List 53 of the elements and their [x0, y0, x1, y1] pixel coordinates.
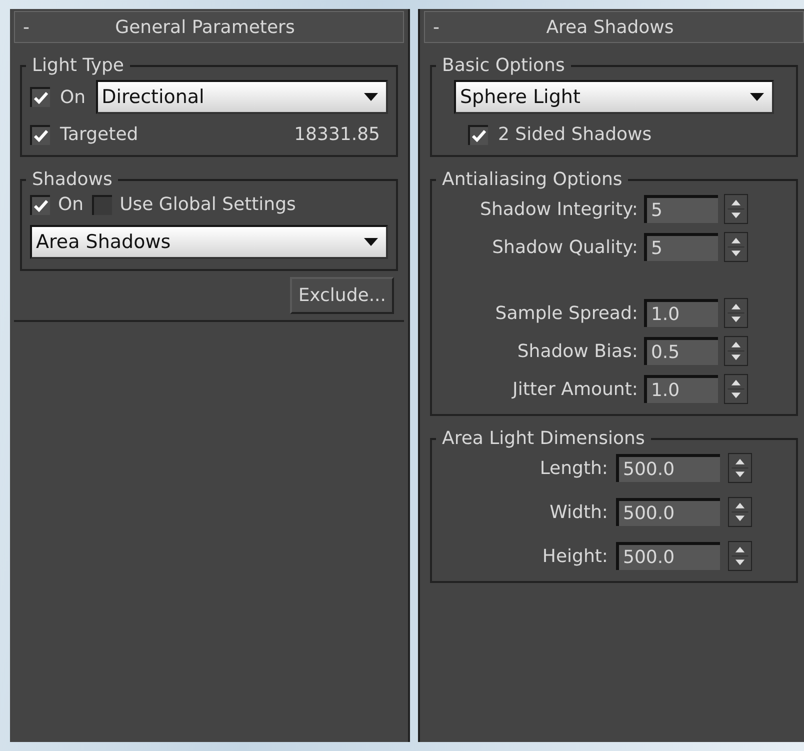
group-title: Shadows — [31, 169, 114, 190]
checkbox-label: Targeted — [60, 124, 138, 145]
spinner-arrows-icon[interactable] — [728, 541, 752, 571]
caret-icon — [750, 93, 764, 101]
field-label: Shadow Quality: — [491, 236, 638, 258]
rollout-header[interactable]: - General Parameters — [14, 11, 404, 43]
field-label: Shadow Integrity: — [480, 198, 638, 220]
dropdown[interactable]: Area Shadows — [30, 225, 388, 259]
field-label: Sample Spread: — [494, 302, 638, 324]
field-label: Width: — [548, 502, 608, 522]
group-title: Light Type — [31, 55, 125, 76]
caret-icon — [364, 238, 378, 246]
checkbox[interactable] — [468, 124, 488, 144]
dropdown[interactable]: Directional — [96, 80, 388, 114]
rollout-title: Area Shadows — [545, 16, 675, 38]
spinner-arrows-icon[interactable] — [728, 497, 752, 527]
number-field[interactable]: 500.0 — [616, 498, 720, 526]
value-text: 18331.85 — [294, 124, 381, 145]
checkbox-label: On — [58, 194, 84, 215]
group-title: Basic Options — [441, 55, 566, 76]
field-label: Length: — [540, 458, 608, 478]
number-field[interactable]: 0.5 — [644, 337, 718, 365]
number-field[interactable]: 1.0 — [644, 375, 718, 403]
checkbox-label: Use Global Settings — [120, 194, 296, 215]
field-label: Jitter Amount: — [510, 378, 638, 400]
spinner-arrows-icon[interactable] — [724, 194, 748, 224]
caret-icon — [364, 93, 378, 101]
group-title: Antialiasing Options — [441, 169, 624, 190]
spinner-arrows-icon[interactable] — [724, 336, 748, 366]
exclude-button[interactable]: Exclude... — [290, 277, 394, 314]
spinner-arrows-icon[interactable] — [724, 298, 748, 328]
field-label: Shadow Bias: — [516, 340, 638, 362]
checkbox[interactable] — [92, 194, 112, 214]
number-field[interactable]: 500.0 — [616, 454, 720, 482]
checkbox-label: On — [60, 86, 86, 108]
checkbox[interactable] — [30, 124, 50, 144]
spinner-arrows-icon[interactable] — [728, 453, 752, 483]
checkbox[interactable] — [30, 87, 50, 107]
field-label: Height: — [541, 546, 608, 566]
spinner-arrows-icon[interactable] — [724, 374, 748, 404]
number-field[interactable]: 1.0 — [644, 299, 718, 327]
number-field[interactable]: 5 — [644, 195, 718, 223]
collapse-toggle[interactable]: - — [433, 16, 453, 38]
number-field[interactable]: 5 — [644, 233, 718, 261]
group-title: Area Light Dimensions — [441, 428, 646, 449]
spinner-arrows-icon[interactable] — [724, 232, 748, 262]
checkbox-label: 2 Sided Shadows — [498, 124, 652, 145]
collapse-toggle[interactable]: - — [23, 16, 43, 38]
rollout-header[interactable]: - Area Shadows — [424, 11, 804, 43]
dropdown[interactable]: Sphere Light — [454, 80, 774, 114]
checkbox[interactable] — [30, 194, 50, 214]
number-field[interactable]: 500.0 — [616, 542, 720, 570]
rollout-title: General Parameters — [114, 16, 296, 38]
